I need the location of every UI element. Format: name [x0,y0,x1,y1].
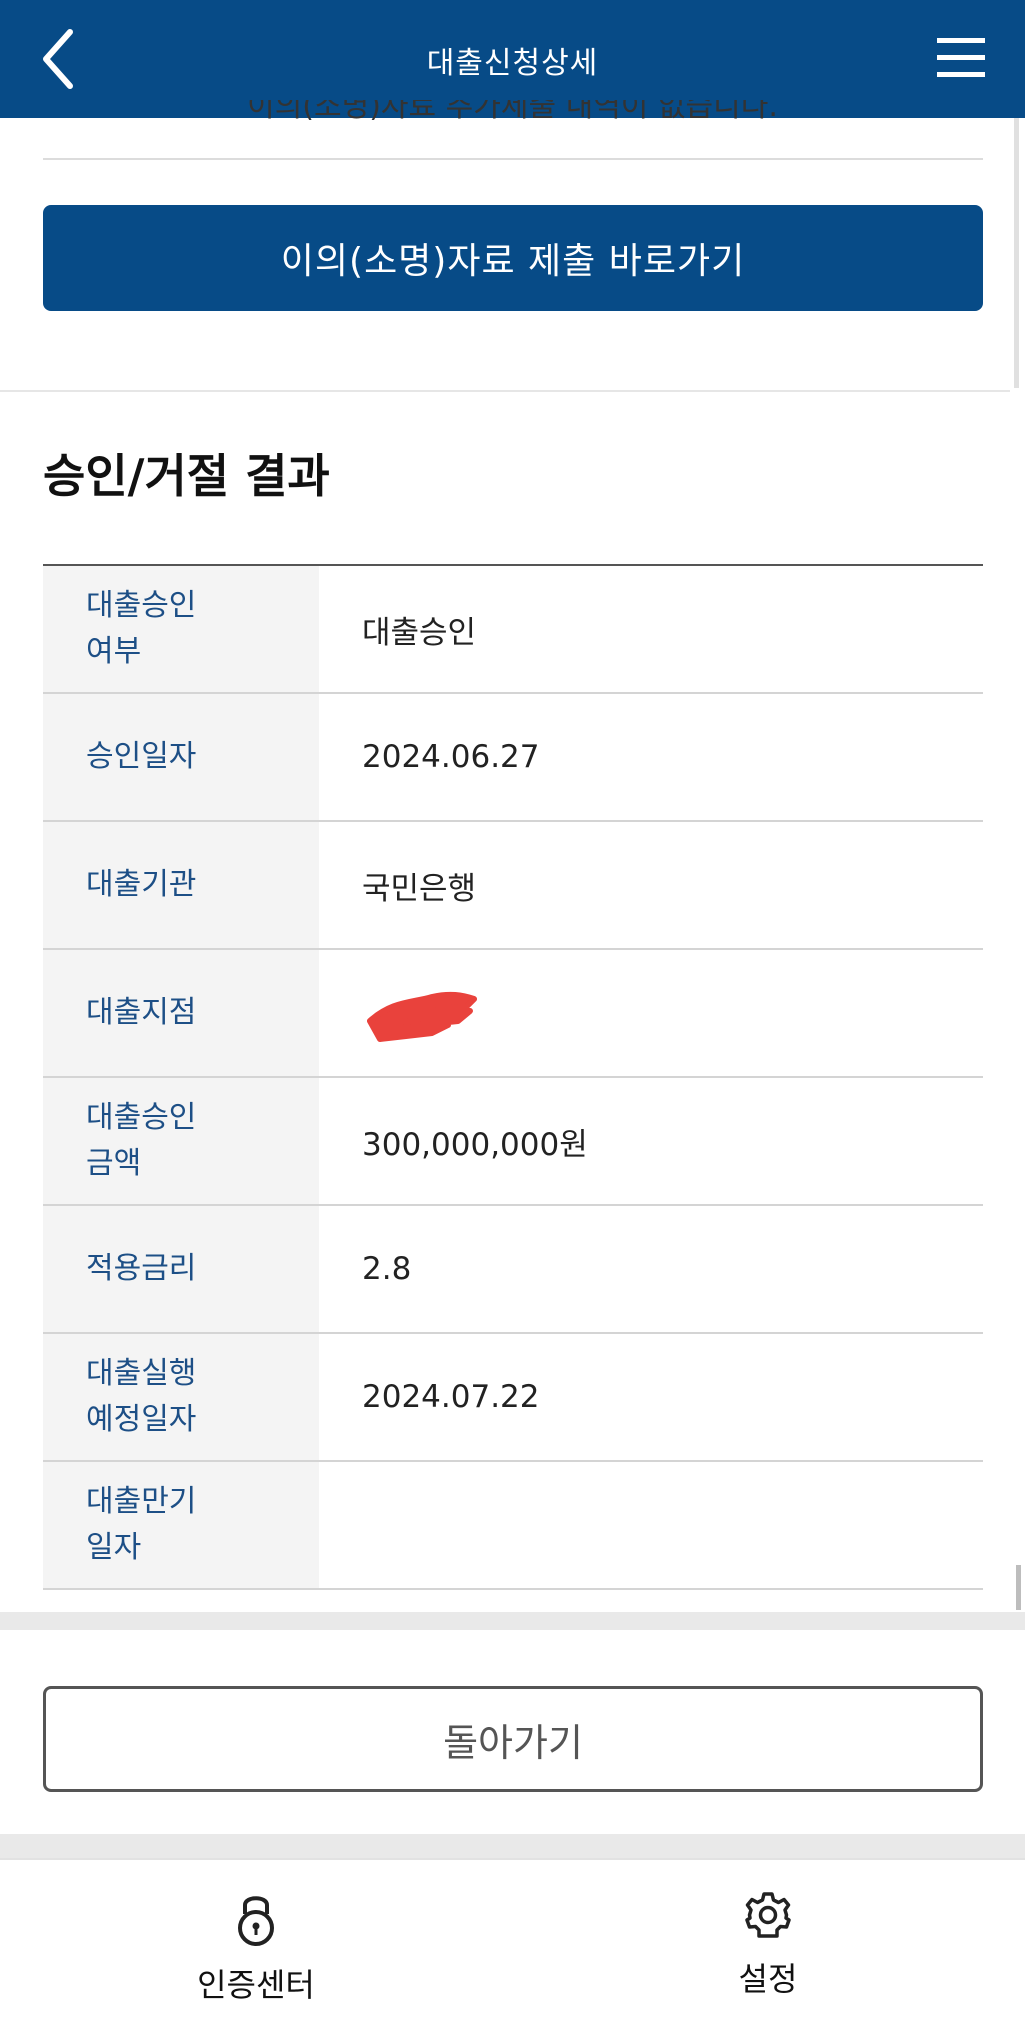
row-label: 적용금리 [43,1206,319,1332]
result-section-title: 승인/거절 결과 [43,449,330,503]
row-label: 대출승인 여부 [43,566,319,692]
section-divider [0,390,1010,392]
row-value: 2024.07.22 [362,1379,540,1415]
page-title: 대출신청상세 [426,46,599,81]
section-spacer [0,1612,1025,1630]
table-row: 대출승인 금액 300,000,000원 [43,1078,983,1206]
back-button[interactable]: 돌아가기 [43,1686,983,1792]
nav-label-auth-center: 인증센터 [197,1966,315,2004]
row-value [319,1462,983,1588]
table-row: 적용금리 2.8 [43,1206,983,1334]
redaction-scribble [367,991,477,1042]
row-value: 2.8 [362,1251,412,1287]
result-table: 대출승인 여부 대출승인 승인일자 2024.06.27 대출기관 국민은행 대… [43,564,983,1590]
objection-notice: 이의(소명)자료 추가제출 내역이 없습니다. [0,100,1025,124]
row-label: 대출만기 일자 [43,1462,319,1588]
table-row: 승인일자 2024.06.27 [43,694,983,822]
table-row: 대출승인 여부 대출승인 [43,566,983,694]
row-value [319,950,983,1076]
objection-notice-text: 이의(소명)자료 추가제출 내역이 없습니다. [247,100,778,124]
scrollbar-thumb[interactable] [1016,1565,1021,1610]
table-row: 대출실행 예정일자 2024.07.22 [43,1334,983,1462]
table-row: 대출지점 [43,950,983,1078]
lock-icon [238,1896,274,1946]
nav-label-settings: 설정 [738,1960,798,1998]
nav-item-auth-center[interactable]: 인증센터 [156,1890,356,2006]
scrollbar[interactable] [1014,118,1019,388]
table-row: 대출기관 국민은행 [43,822,983,950]
gear-icon [745,1892,791,1938]
divider [43,158,983,160]
bottom-navigation: 인증센터 설정 [0,1858,1025,2030]
row-value: 대출승인 [362,614,477,651]
objection-submit-button[interactable]: 이의(소명)자료 제출 바로가기 [43,205,983,311]
row-value: 300,000,000원 [362,1126,588,1163]
row-value: 2024.06.27 [362,739,540,775]
hamburger-menu-icon[interactable] [937,36,985,80]
table-row: 대출만기 일자 [43,1462,983,1590]
section-spacer [0,1834,1025,1858]
row-label: 승인일자 [43,694,319,820]
row-label: 대출지점 [43,950,319,1076]
row-label: 대출기관 [43,822,319,948]
row-label: 대출승인 금액 [43,1078,319,1204]
row-label: 대출실행 예정일자 [43,1334,319,1460]
nav-item-settings[interactable]: 설정 [668,1890,868,2000]
row-value: 국민은행 [362,870,477,907]
